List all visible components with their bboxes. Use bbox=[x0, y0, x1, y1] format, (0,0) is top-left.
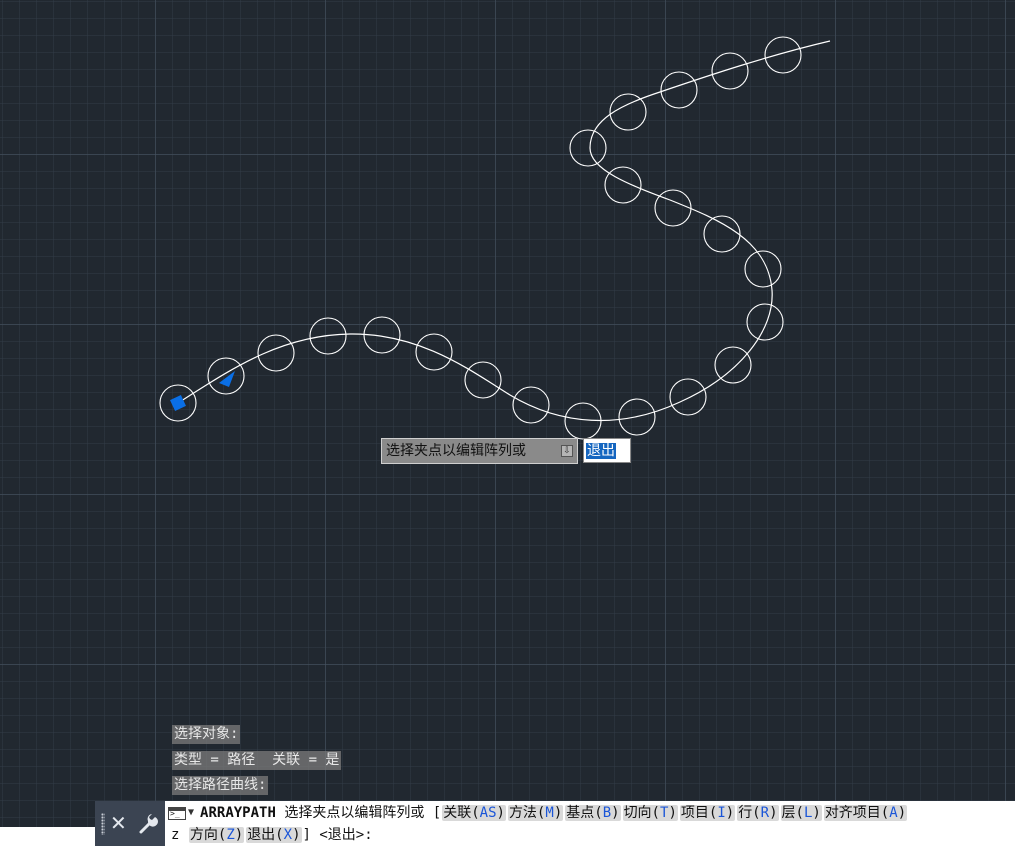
bracket-close: ] bbox=[302, 827, 311, 843]
array-circle-6[interactable] bbox=[464, 361, 502, 399]
command-prompt-icon[interactable] bbox=[168, 806, 186, 820]
array-circle-12[interactable] bbox=[746, 303, 784, 341]
array-circle-14[interactable] bbox=[703, 215, 741, 253]
dynamic-input-field[interactable]: 退出 bbox=[583, 438, 631, 463]
command-name: ARRAYPATH bbox=[200, 805, 276, 821]
bracket-open: [ bbox=[432, 805, 442, 821]
command-line-1: ▼ ARRAYPATH 选择夹点以编辑阵列或 [关联(AS)方法(M)基点(B)切… bbox=[168, 802, 908, 824]
base-grip[interactable] bbox=[170, 395, 186, 411]
drawing-area bbox=[159, 36, 831, 440]
array-circle-10[interactable] bbox=[669, 378, 707, 416]
array-circle-13[interactable] bbox=[744, 250, 782, 288]
command-option-a-5[interactable]: 行(R) bbox=[737, 805, 779, 821]
path-curve[interactable] bbox=[177, 40, 831, 422]
command-option-a-7[interactable]: 对齐项目(A) bbox=[823, 805, 908, 821]
array-circle-21[interactable] bbox=[764, 36, 802, 74]
array-circle-1[interactable] bbox=[207, 357, 245, 395]
array-circle-11[interactable] bbox=[714, 346, 752, 384]
array-circle-18[interactable] bbox=[609, 93, 647, 131]
chevron-down-icon[interactable]: ▼ bbox=[188, 802, 194, 824]
array-circle-15[interactable] bbox=[654, 189, 692, 227]
dynamic-input-prompt: 选择夹点以编辑阵列或 ⇩ bbox=[381, 438, 578, 464]
options-row-1: 关联(AS) 方法(M) 基点(B) 切向(T) 项目(I) 行(R) 层(L) 对齐项目(A… bbox=[441, 805, 908, 821]
direction-grip[interactable] bbox=[219, 371, 235, 387]
command-option-a-2[interactable]: 基点(B) bbox=[565, 805, 621, 821]
tooltip-prompt-text: 选择夹点以编辑阵列或 bbox=[386, 443, 526, 459]
command-line: ✕ ▼ ARRAYPATH 选择夹点以编辑阵列或 [关联(AS)方法(M)基点(B… bbox=[95, 801, 1015, 846]
array-circle-7[interactable] bbox=[512, 386, 550, 424]
wrap-char: z bbox=[171, 827, 180, 843]
command-input-area[interactable]: ▼ ARRAYPATH 选择夹点以编辑阵列或 [关联(AS)方法(M)基点(B)切… bbox=[168, 801, 1013, 846]
command-option-a-4[interactable]: 项目(I) bbox=[679, 805, 736, 821]
dynamic-input-value: 退出 bbox=[586, 443, 616, 459]
command-option-b-0[interactable]: 方向(Z) bbox=[188, 827, 245, 843]
array-circle-16[interactable] bbox=[604, 166, 642, 204]
array-circle-20[interactable] bbox=[711, 52, 749, 90]
status-strip bbox=[0, 827, 95, 846]
drag-grip-icon[interactable] bbox=[101, 813, 105, 835]
array-circle-2[interactable] bbox=[257, 334, 295, 372]
command-line-handle[interactable]: ✕ bbox=[95, 801, 165, 846]
command-line-2: z 方向(Z) 退出(X)] <退出>: bbox=[171, 824, 373, 846]
history-line-3: 选择路径曲线: bbox=[172, 776, 269, 795]
history-line-1: 选择对象: bbox=[172, 725, 241, 744]
array-items bbox=[159, 36, 802, 440]
command-option-a-0[interactable]: 关联(AS) bbox=[442, 805, 506, 821]
default-option: <退出>: bbox=[319, 827, 373, 843]
history-line-2: 类型 = 路径 关联 = 是 bbox=[172, 751, 342, 770]
command-option-a-1[interactable]: 方法(M) bbox=[507, 805, 564, 821]
command-option-b-1[interactable]: 退出(X) bbox=[246, 827, 302, 843]
array-circle-17[interactable] bbox=[569, 129, 607, 167]
down-arrow-icon[interactable]: ⇩ bbox=[561, 445, 573, 457]
options-row-2: 方向(Z) 退出(X) bbox=[188, 827, 303, 843]
command-option-a-6[interactable]: 层(L) bbox=[780, 805, 822, 821]
wrench-icon[interactable] bbox=[137, 813, 159, 835]
command-prompt-text: 选择夹点以编辑阵列或 bbox=[284, 805, 425, 821]
command-option-a-3[interactable]: 切向(T) bbox=[622, 805, 678, 821]
close-icon[interactable]: ✕ bbox=[110, 811, 127, 835]
